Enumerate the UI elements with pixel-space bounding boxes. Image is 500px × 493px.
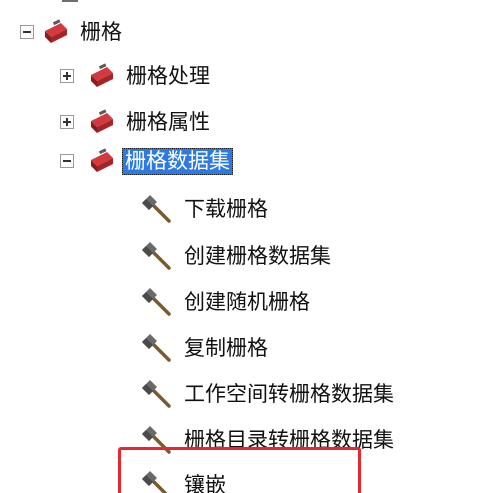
toolbox-icon: [91, 109, 113, 133]
tree-node-raster[interactable]: 栅格: [20, 9, 124, 55]
tree-node-label: 栅格处理: [126, 63, 210, 88]
tool-label: 创建栅格数据集: [184, 243, 331, 268]
toolbox-tree: 栅格 栅格处理 栅格属性 栅格数据集 下载栅格 创建栅格数据集 创建随机栅格 复…: [0, 0, 500, 493]
hammer-icon: [142, 334, 171, 362]
tool-item[interactable]: 工作空间转栅格数据集: [140, 371, 396, 417]
hammer-icon: [142, 288, 171, 316]
toolbox-icon: [91, 148, 113, 172]
highlight-annotation-box: [118, 447, 361, 493]
tool-item[interactable]: 创建栅格数据集: [140, 233, 333, 279]
tool-item[interactable]: 下载栅格: [140, 186, 270, 232]
expand-icon[interactable]: [60, 115, 74, 129]
tree-node-raster-dataset[interactable]: 栅格数据集: [60, 138, 233, 184]
hammer-icon: [142, 380, 171, 408]
hammer-icon: [142, 195, 171, 223]
collapse-icon[interactable]: [20, 25, 34, 39]
hammer-icon: [142, 242, 171, 270]
tool-item[interactable]: 创建随机栅格: [140, 279, 312, 325]
tree-node-label: 栅格数据集: [122, 147, 233, 175]
toolbox-icon: [62, 0, 78, 2]
collapse-icon[interactable]: [60, 154, 74, 168]
tool-label: 创建随机栅格: [184, 289, 310, 314]
tool-label: 下载栅格: [184, 196, 268, 221]
toolbox-icon: [91, 63, 113, 87]
tool-item[interactable]: 复制栅格: [140, 325, 270, 371]
tool-label: 工作空间转栅格数据集: [184, 381, 394, 406]
expand-icon[interactable]: [60, 69, 74, 83]
toolbox-icon: [45, 19, 67, 43]
tool-label: 复制栅格: [184, 335, 268, 360]
tree-node-label: 栅格: [80, 19, 122, 44]
tree-node-raster-processing[interactable]: 栅格处理: [60, 53, 212, 99]
tree-node-label: 栅格属性: [126, 109, 210, 134]
